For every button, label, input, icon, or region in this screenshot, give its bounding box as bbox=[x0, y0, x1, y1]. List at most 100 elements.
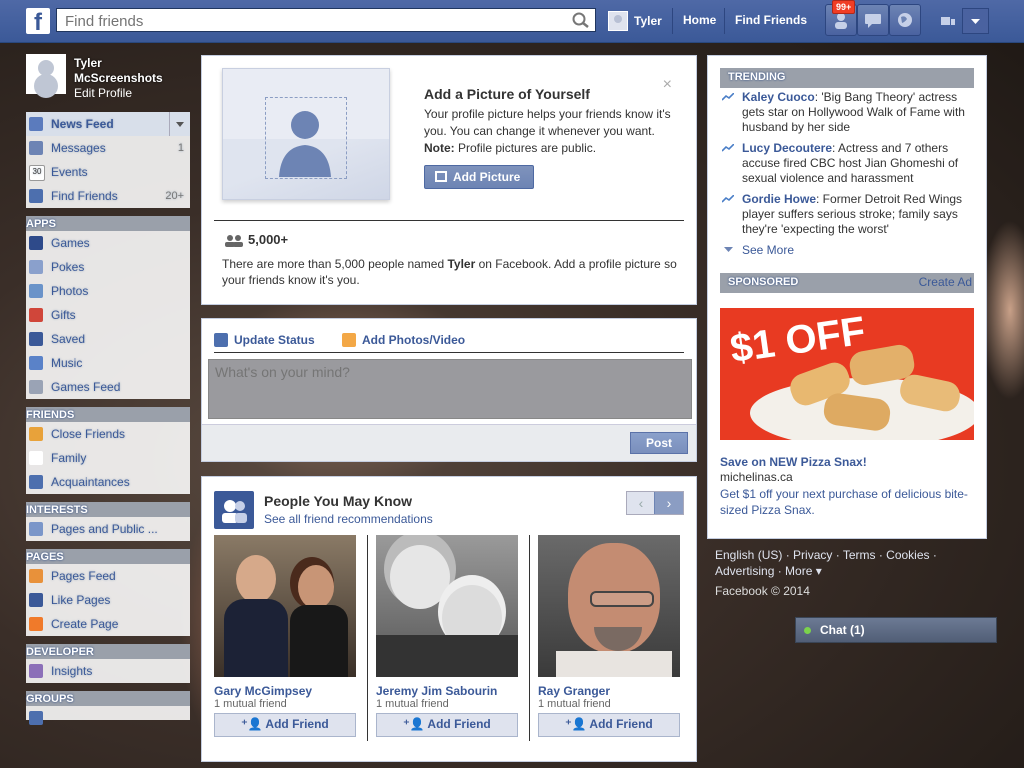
composer-footer: Post bbox=[202, 424, 696, 461]
tab-update-status[interactable]: Update Status bbox=[214, 329, 315, 351]
tab-add-photos[interactable]: Add Photos/Video bbox=[342, 329, 465, 351]
sidebar-item-label: Events bbox=[51, 165, 88, 179]
chevron-right-icon[interactable]: › bbox=[654, 492, 683, 514]
sidebar-item-insights[interactable]: Insights bbox=[26, 659, 190, 683]
trending-item[interactable]: Kaley Cuoco: 'Big Bang Theory' actress g… bbox=[722, 90, 966, 135]
person-name[interactable]: Gary McGimpsey bbox=[214, 684, 356, 698]
sidebar-item-news-feed[interactable]: News Feed bbox=[26, 112, 190, 136]
person-photo[interactable] bbox=[376, 535, 518, 677]
profile-link[interactable]: Tyler bbox=[608, 10, 662, 32]
right-sidebar: TRENDING Kaley Cuoco: 'Big Bang Theory' … bbox=[707, 55, 987, 539]
find-friends-link[interactable]: Find Friends bbox=[735, 13, 807, 27]
sidebar-item-create-page[interactable]: Create Page bbox=[26, 612, 190, 636]
people-glyph bbox=[222, 500, 247, 523]
post-button[interactable]: Post bbox=[630, 432, 688, 454]
section-heading[interactable]: APPS bbox=[26, 216, 190, 231]
sidebar-item-messages[interactable]: Messages 1 bbox=[26, 136, 190, 160]
footer-link-language[interactable]: English (US) bbox=[715, 548, 782, 562]
trending-topic: Lucy Decoutere bbox=[742, 141, 833, 155]
profile-summary: Tyler McScreenshots Edit Profile bbox=[26, 52, 190, 104]
search-box[interactable] bbox=[56, 8, 596, 32]
sidebar-item-pages-public[interactable]: Pages and Public ... bbox=[26, 517, 190, 541]
person-card: Ray Granger 1 mutual friend ⁺👤 Add Frien… bbox=[538, 535, 680, 737]
see-more-link[interactable]: See More bbox=[722, 243, 794, 257]
section-heading[interactable]: GROUPS bbox=[26, 691, 190, 706]
profile-name[interactable]: Tyler McScreenshots bbox=[74, 56, 184, 86]
close-icon[interactable]: × bbox=[663, 76, 672, 94]
profile-placeholder[interactable] bbox=[222, 68, 390, 200]
section-heading[interactable]: PAGES bbox=[26, 549, 190, 564]
search-input[interactable] bbox=[63, 10, 567, 32]
chevron-left-icon[interactable]: ‹ bbox=[627, 492, 655, 514]
trending-item[interactable]: Gordie Howe: Former Detroit Red Wings pl… bbox=[722, 192, 966, 237]
sidebar-item-label: Gifts bbox=[51, 308, 76, 322]
add-friend-button[interactable]: ⁺👤 Add Friend bbox=[538, 713, 680, 737]
sidebar-item-events[interactable]: 30 Events bbox=[26, 160, 190, 184]
sidebar-item-group[interactable] bbox=[26, 706, 190, 725]
add-picture-button[interactable]: Add Picture bbox=[424, 165, 534, 189]
mutual-friends[interactable]: 1 mutual friend bbox=[214, 698, 356, 710]
sidebar-item-pages-feed[interactable]: Pages Feed bbox=[26, 564, 190, 588]
add-friend-button[interactable]: ⁺👤 Add Friend bbox=[214, 713, 356, 737]
news-feed-icon bbox=[29, 117, 43, 131]
person-name[interactable]: Ray Granger bbox=[538, 684, 680, 698]
button-label: Add Friend bbox=[589, 717, 653, 731]
sidebar-item-pokes[interactable]: Pokes bbox=[26, 255, 190, 279]
friends-group: FRIENDS Close Friends Family Acquaintanc… bbox=[26, 407, 190, 494]
footer-link-privacy[interactable]: Privacy bbox=[793, 548, 832, 562]
section-heading[interactable]: DEVELOPER bbox=[26, 644, 190, 659]
section-heading: TRENDING bbox=[720, 68, 974, 88]
sidebar-item-close-friends[interactable]: Close Friends bbox=[26, 422, 190, 446]
ad-host[interactable]: michelinas.ca bbox=[720, 470, 793, 484]
section-heading[interactable]: FRIENDS bbox=[26, 407, 190, 422]
see-all-link[interactable]: See all friend recommendations bbox=[264, 512, 433, 526]
online-indicator-icon bbox=[804, 627, 811, 634]
privacy-icon[interactable] bbox=[940, 15, 956, 27]
chevron-down-icon[interactable]: ▾ bbox=[812, 564, 822, 578]
search-icon[interactable] bbox=[571, 11, 591, 29]
footer-link-cookies[interactable]: Cookies bbox=[886, 548, 929, 562]
sidebar-item-music[interactable]: Music bbox=[26, 351, 190, 375]
footer-link-more[interactable]: More bbox=[785, 564, 812, 578]
section-heading[interactable]: INTERESTS bbox=[26, 502, 190, 517]
sidebar-item-label: Family bbox=[51, 451, 87, 465]
home-link[interactable]: Home bbox=[683, 13, 716, 27]
footer-link-terms[interactable]: Terms bbox=[843, 548, 876, 562]
chat-bar[interactable]: Chat (1) bbox=[795, 617, 997, 643]
sidebar-item-games[interactable]: Games bbox=[26, 231, 190, 255]
mutual-friends[interactable]: 1 mutual friend bbox=[376, 698, 518, 710]
ad-image[interactable]: $1 OFF bbox=[720, 308, 974, 440]
sidebar-item-family[interactable]: Family bbox=[26, 446, 190, 470]
footer-link-advertising[interactable]: Advertising bbox=[715, 564, 774, 578]
account-menu-button[interactable] bbox=[962, 8, 989, 34]
create-ad-link[interactable]: Create Ad bbox=[919, 275, 972, 289]
sidebar-item-find-friends[interactable]: Find Friends 20+ bbox=[26, 184, 190, 208]
chevron-down-icon[interactable] bbox=[169, 112, 190, 136]
sidebar-item-like-pages[interactable]: Like Pages bbox=[26, 588, 190, 612]
person-photo[interactable] bbox=[214, 535, 356, 677]
sidebar-item-games-feed[interactable]: Games Feed bbox=[26, 375, 190, 399]
mutual-friends[interactable]: 1 mutual friend bbox=[538, 698, 680, 710]
sidebar-item-label: Insights bbox=[51, 664, 93, 678]
facebook-logo[interactable]: f bbox=[26, 8, 50, 34]
notifications-button[interactable] bbox=[889, 4, 921, 36]
sidebar-item-gifts[interactable]: Gifts bbox=[26, 303, 190, 327]
person-name[interactable]: Jeremy Jim Sabourin bbox=[376, 684, 518, 698]
sidebar-item-acquaintances[interactable]: Acquaintances bbox=[26, 470, 190, 494]
apps-group: APPS Games Pokes Photos Gifts Saved Musi… bbox=[26, 216, 190, 399]
add-friend-button[interactable]: ⁺👤 Add Friend bbox=[376, 713, 518, 737]
sidebar-item-photos[interactable]: Photos bbox=[26, 279, 190, 303]
sidebar-item-saved[interactable]: Saved bbox=[26, 327, 190, 351]
person-photo[interactable] bbox=[538, 535, 680, 677]
ad-title[interactable]: Save on NEW Pizza Snax! bbox=[720, 455, 867, 469]
edit-profile-link[interactable]: Edit Profile bbox=[74, 86, 132, 100]
profile-picture[interactable] bbox=[26, 54, 66, 94]
people-icon bbox=[225, 234, 243, 247]
trending-item[interactable]: Lucy Decoutere: Actress and 7 others acc… bbox=[722, 141, 966, 186]
ad-description[interactable]: Get $1 off your next purchase of delicio… bbox=[720, 486, 970, 518]
trending-text: Lucy Decoutere: Actress and 7 others acc… bbox=[722, 141, 966, 186]
description-text: Your profile picture helps your friends … bbox=[424, 107, 671, 138]
status-input-box[interactable] bbox=[208, 359, 692, 419]
messages-button[interactable] bbox=[857, 4, 889, 36]
status-input[interactable] bbox=[209, 360, 691, 418]
